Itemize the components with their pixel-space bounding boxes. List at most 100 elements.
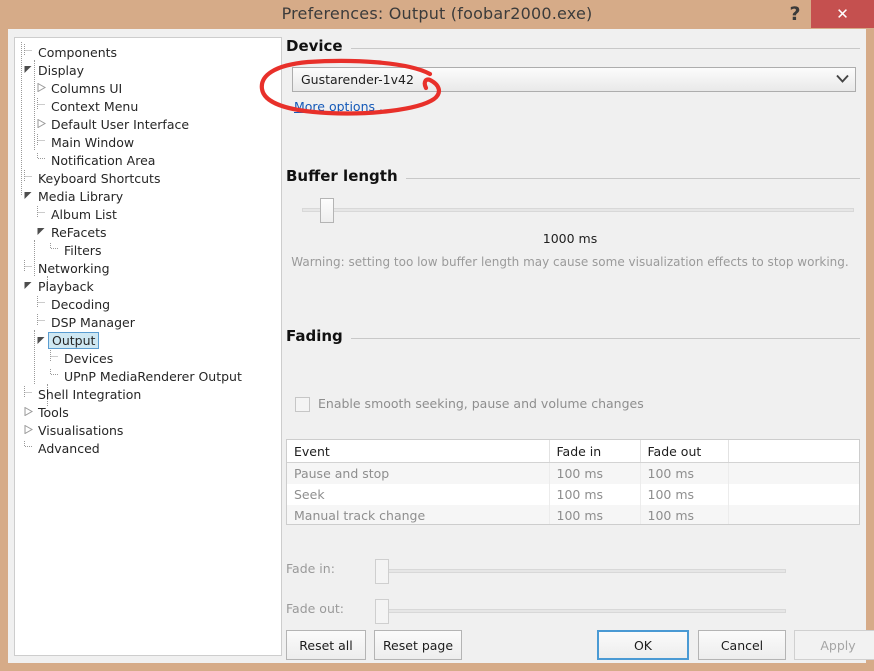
tree-connector-icon [49, 350, 60, 368]
fading-group: Fading Enable smooth seeking, pause and … [278, 327, 862, 624]
sidebar-item-output[interactable]: Output [23, 332, 281, 350]
preferences-tree[interactable]: Components Display Columns UI Context Me… [14, 37, 282, 656]
triangle-expanded-icon[interactable] [23, 279, 34, 297]
sidebar-item-upnp-mediarenderer-output[interactable]: UPnP MediaRenderer Output [23, 368, 281, 386]
sidebar-item-keyboard-shortcuts[interactable]: Keyboard Shortcuts [23, 170, 281, 188]
help-icon[interactable]: ? [781, 0, 809, 28]
table-header-row: Event Fade in Fade out [287, 440, 859, 463]
sidebar-item-shell-integration[interactable]: Shell Integration [23, 386, 281, 404]
tree-connector-icon [36, 314, 47, 332]
triangle-expanded-icon[interactable] [23, 63, 34, 81]
settings-pane: Device Gustarender-1v42 More options ...… [278, 37, 874, 660]
sidebar-item-devices[interactable]: Devices [23, 350, 281, 368]
tree-connector-icon [23, 170, 34, 188]
fading-group-header: Fading [278, 327, 862, 347]
table-header-event[interactable]: Event [287, 440, 550, 463]
sidebar-item-notification-area[interactable]: Notification Area [23, 152, 281, 170]
fade-out-slider-thumb[interactable] [375, 599, 389, 624]
sidebar-item-advanced[interactable]: Advanced [23, 440, 281, 458]
sidebar-item-label: DSP Manager [50, 315, 135, 330]
sidebar-item-components[interactable]: Components [23, 44, 281, 62]
table-row[interactable]: Manual track change 100 ms 100 ms [287, 505, 859, 524]
device-select[interactable]: Gustarender-1v42 [292, 67, 856, 92]
tree-connector-icon [23, 440, 34, 458]
table-cell [728, 505, 859, 524]
sidebar-item-tools[interactable]: Tools [23, 404, 281, 422]
sidebar-item-decoding[interactable]: Decoding [23, 296, 281, 314]
sidebar-item-columns-ui[interactable]: Columns UI [23, 80, 281, 98]
fade-out-slider-track[interactable] [382, 609, 786, 613]
triangle-collapsed-icon[interactable] [23, 405, 34, 423]
tree-connector-icon [36, 98, 47, 116]
table-cell: 100 ms [640, 462, 729, 484]
tree-connector-icon [36, 134, 47, 152]
sidebar-item-visualisations[interactable]: Visualisations [23, 422, 281, 440]
enable-fading-label: Enable smooth seeking, pause and volume … [318, 396, 644, 411]
more-options-link[interactable]: More options ... [294, 99, 391, 114]
fade-in-slider-thumb[interactable] [375, 559, 389, 584]
reset-all-button[interactable]: Reset all [286, 630, 366, 660]
sidebar-item-label: Notification Area [50, 153, 156, 168]
sidebar-item-playback[interactable]: Playback [23, 278, 281, 296]
sidebar-item-label: Columns UI [50, 81, 123, 96]
sidebar-item-label: ReFacets [50, 225, 107, 240]
sidebar-item-default-user-interface[interactable]: Default User Interface [23, 116, 281, 134]
sidebar-item-dsp-manager[interactable]: DSP Manager [23, 314, 281, 332]
fade-in-slider-track[interactable] [382, 569, 786, 573]
sidebar-item-main-window[interactable]: Main Window [23, 134, 281, 152]
table-header-blank[interactable] [728, 440, 859, 463]
sidebar-item-album-list[interactable]: Album List [23, 206, 281, 224]
tree-connector-icon [36, 296, 47, 314]
reset-page-button[interactable]: Reset page [374, 630, 462, 660]
tree-connector-icon [49, 242, 60, 260]
apply-button: Apply [794, 630, 874, 660]
sidebar-item-label: Output [47, 332, 100, 349]
close-icon[interactable]: ✕ [811, 0, 874, 28]
table-row[interactable]: Pause and stop 100 ms 100 ms [287, 462, 859, 484]
sidebar-item-filters[interactable]: Filters [23, 242, 281, 260]
fading-group-title: Fading [286, 327, 351, 345]
table-cell: 100 ms [549, 462, 641, 484]
device-group-title: Device [286, 37, 351, 55]
sidebar-item-refacets[interactable]: ReFacets [23, 224, 281, 242]
table-cell: Manual track change [287, 505, 550, 524]
table-cell [728, 462, 859, 484]
cancel-button[interactable]: Cancel [698, 630, 786, 660]
enable-fading-checkbox[interactable] [295, 397, 310, 412]
buffer-slider-thumb[interactable] [320, 198, 334, 223]
table-cell: 100 ms [640, 505, 729, 524]
sidebar-item-display[interactable]: Display [23, 62, 281, 80]
tree-connector-icon [23, 386, 34, 404]
sidebar-item-label: Decoding [50, 297, 111, 312]
sidebar-item-context-menu[interactable]: Context Menu [23, 98, 281, 116]
triangle-collapsed-icon[interactable] [36, 81, 47, 99]
sidebar-item-label: Main Window [50, 135, 135, 150]
sidebar-item-label: UPnP MediaRenderer Output [63, 369, 242, 384]
sidebar-item-label: Media Library [37, 189, 124, 204]
sidebar-item-label: Context Menu [50, 99, 139, 114]
table-row[interactable]: Seek 100 ms 100 ms [287, 484, 859, 505]
table-header-fade-in[interactable]: Fade in [549, 440, 641, 463]
sidebar-item-label: Filters [63, 243, 102, 258]
enable-fading-row: Enable smooth seeking, pause and volume … [278, 396, 862, 413]
tree-connector-icon [49, 368, 60, 386]
ok-button[interactable]: OK [597, 630, 689, 660]
sidebar-item-label: Album List [50, 207, 117, 222]
triangle-collapsed-icon[interactable] [36, 117, 47, 135]
triangle-expanded-icon[interactable] [23, 189, 34, 207]
sidebar-item-label: Advanced [37, 441, 100, 456]
sidebar-item-media-library[interactable]: Media Library [23, 188, 281, 206]
fade-in-label: Fade in: [286, 561, 335, 576]
buffer-slider-track[interactable] [302, 208, 854, 212]
sidebar-item-label: Visualisations [37, 423, 124, 438]
group-divider [286, 48, 860, 49]
preferences-window: Preferences: Output (foobar2000.exe) ? ✕… [0, 0, 874, 671]
fading-table[interactable]: Event Fade in Fade out Pause and stop 100 m… [286, 439, 860, 525]
table-cell: 100 ms [640, 484, 729, 505]
triangle-collapsed-icon[interactable] [23, 423, 34, 441]
sidebar-item-label: Default User Interface [50, 117, 190, 132]
sidebar-item-label: Keyboard Shortcuts [37, 171, 161, 186]
triangle-expanded-icon[interactable] [36, 225, 47, 243]
table-header-fade-out[interactable]: Fade out [640, 440, 729, 463]
sidebar-item-networking[interactable]: Networking [23, 260, 281, 278]
